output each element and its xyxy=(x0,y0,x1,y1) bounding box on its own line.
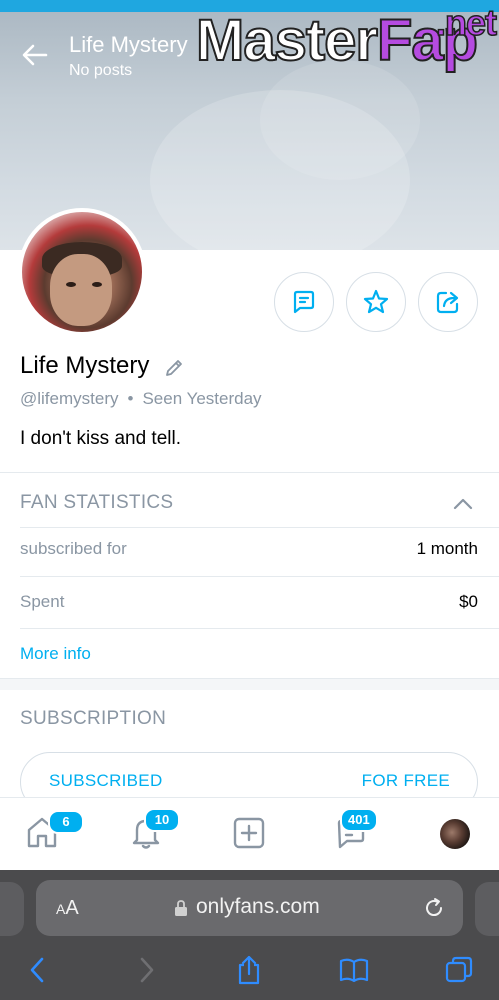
text-size-small: A xyxy=(56,901,66,917)
profile-name: Life Mystery xyxy=(20,352,150,379)
avatar-eye xyxy=(92,282,102,287)
bottom-navigation: 6 10 401 xyxy=(0,797,499,870)
avatar-eye xyxy=(66,282,76,287)
messages-badge: 401 xyxy=(340,808,378,832)
message-button[interactable] xyxy=(274,272,334,332)
nav-profile-avatar[interactable] xyxy=(440,819,470,849)
header-title: Life Mystery xyxy=(69,32,188,57)
tabs-icon[interactable] xyxy=(443,954,475,986)
subscription-price: FOR FREE xyxy=(361,771,450,790)
home-badge: 6 xyxy=(48,810,84,834)
header-subtitle: No posts xyxy=(69,62,133,79)
watermark-part-3: .net xyxy=(435,1,498,44)
back-arrow-icon[interactable] xyxy=(20,40,50,70)
nav-home[interactable]: 6 xyxy=(24,810,84,852)
stat-value-spent: $0 xyxy=(459,592,478,611)
lock-icon xyxy=(175,900,187,916)
url-text: onlyfans.com xyxy=(196,895,320,918)
message-icon xyxy=(293,290,315,314)
last-seen: Seen Yesterday xyxy=(142,389,262,408)
reload-icon[interactable] xyxy=(422,896,446,920)
browser-tool-row xyxy=(0,950,499,994)
watermark-logo: MasterFap .net xyxy=(195,1,498,76)
browser-forward-icon[interactable] xyxy=(130,954,162,986)
share-sheet-icon[interactable] xyxy=(233,954,265,986)
star-icon xyxy=(363,289,389,314)
cover-shape xyxy=(260,60,420,180)
prev-tab-edge[interactable] xyxy=(0,882,24,936)
profile-avatar[interactable] xyxy=(18,208,146,336)
nav-new-post[interactable] xyxy=(232,812,272,852)
profile-handle: @lifemystery xyxy=(20,389,119,408)
profile-bio: I don't kiss and tell. xyxy=(20,428,181,449)
nav-notifications[interactable]: 10 xyxy=(128,808,180,852)
next-tab-edge[interactable] xyxy=(475,882,499,936)
subscription-status: SUBSCRIBED xyxy=(49,771,163,790)
separator-dot: • xyxy=(127,389,134,408)
divider xyxy=(0,472,499,473)
browser-back-icon[interactable] xyxy=(22,954,54,986)
browser-toolbar: AA onlyfans.com xyxy=(0,870,499,1000)
profile-handle-line: @lifemystery • Seen Yesterday xyxy=(20,389,262,409)
share-icon xyxy=(436,291,459,314)
fan-statistics-title: FAN STATISTICS xyxy=(20,492,174,513)
stat-value-subscribed-for: 1 month xyxy=(416,539,478,558)
divider xyxy=(20,527,499,528)
address-bar[interactable]: AA onlyfans.com xyxy=(36,880,463,936)
stat-label-spent: Spent xyxy=(20,592,65,611)
notifications-badge: 10 xyxy=(144,808,180,832)
pencil-icon[interactable] xyxy=(163,357,185,379)
chevron-up-icon[interactable] xyxy=(451,492,475,516)
subscription-title: SUBSCRIPTION xyxy=(20,708,167,729)
bookmarks-icon[interactable] xyxy=(338,954,370,986)
section-gap xyxy=(0,678,499,690)
share-button[interactable] xyxy=(418,272,478,332)
nav-messages[interactable]: 401 xyxy=(334,808,378,852)
text-size-large: A xyxy=(65,897,79,919)
divider xyxy=(20,576,499,577)
watermark-part-1: Master xyxy=(195,7,379,74)
add-post-icon xyxy=(233,817,265,849)
favorite-button[interactable] xyxy=(346,272,406,332)
more-info-link[interactable]: More info xyxy=(20,644,91,664)
divider xyxy=(20,628,499,629)
stat-label-subscribed-for: subscribed for xyxy=(20,539,127,558)
avatar-face xyxy=(50,254,112,326)
text-size-button[interactable]: AA xyxy=(56,897,79,920)
